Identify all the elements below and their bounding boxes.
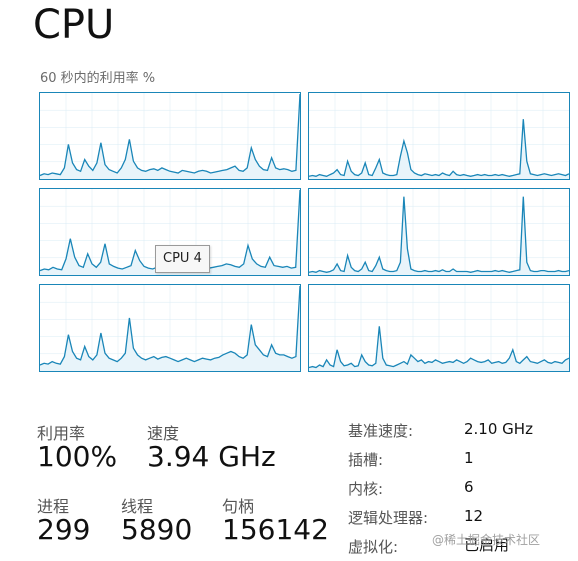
threads-value: 5890 [121,513,193,546]
processes-value: 299 [37,513,91,546]
sockets-value: 1 [464,449,474,467]
graph-subtitle: 60 秒内的利用率 % [40,71,156,86]
virtualization-label: 虚拟化: [348,538,399,556]
base-speed-value: 2.10 GHz [464,420,533,438]
page-title: CPU [33,2,115,48]
cpu-graph-1[interactable] [39,92,301,180]
logical-processors-label: 逻辑处理器: [348,509,429,527]
utilization-value: 100% [37,440,118,473]
speed-value: 3.94 GHz [147,440,276,473]
cpu-graph-5[interactable] [39,284,301,372]
cpu-graph-plot [40,93,300,179]
cpu-graph-plot [309,189,569,275]
cpu-tooltip: CPU 4 [155,245,210,273]
cores-value: 6 [464,478,474,496]
cpu-graph-plot [40,285,300,371]
cpu-graph-6[interactable] [308,284,570,372]
cpu-graph-plot [309,93,569,179]
base-speed-label: 基准速度: [348,422,414,440]
cpu-graph-4[interactable] [308,188,570,276]
cores-label: 内核: [348,480,384,498]
handles-value: 156142 [222,513,329,546]
sockets-label: 插槽: [348,451,384,469]
cpu-graph-plot [309,285,569,371]
watermark: @稀土掘金技术社区 [432,533,541,547]
cpu-graph-2[interactable] [308,92,570,180]
logical-processors-value: 12 [464,507,484,525]
